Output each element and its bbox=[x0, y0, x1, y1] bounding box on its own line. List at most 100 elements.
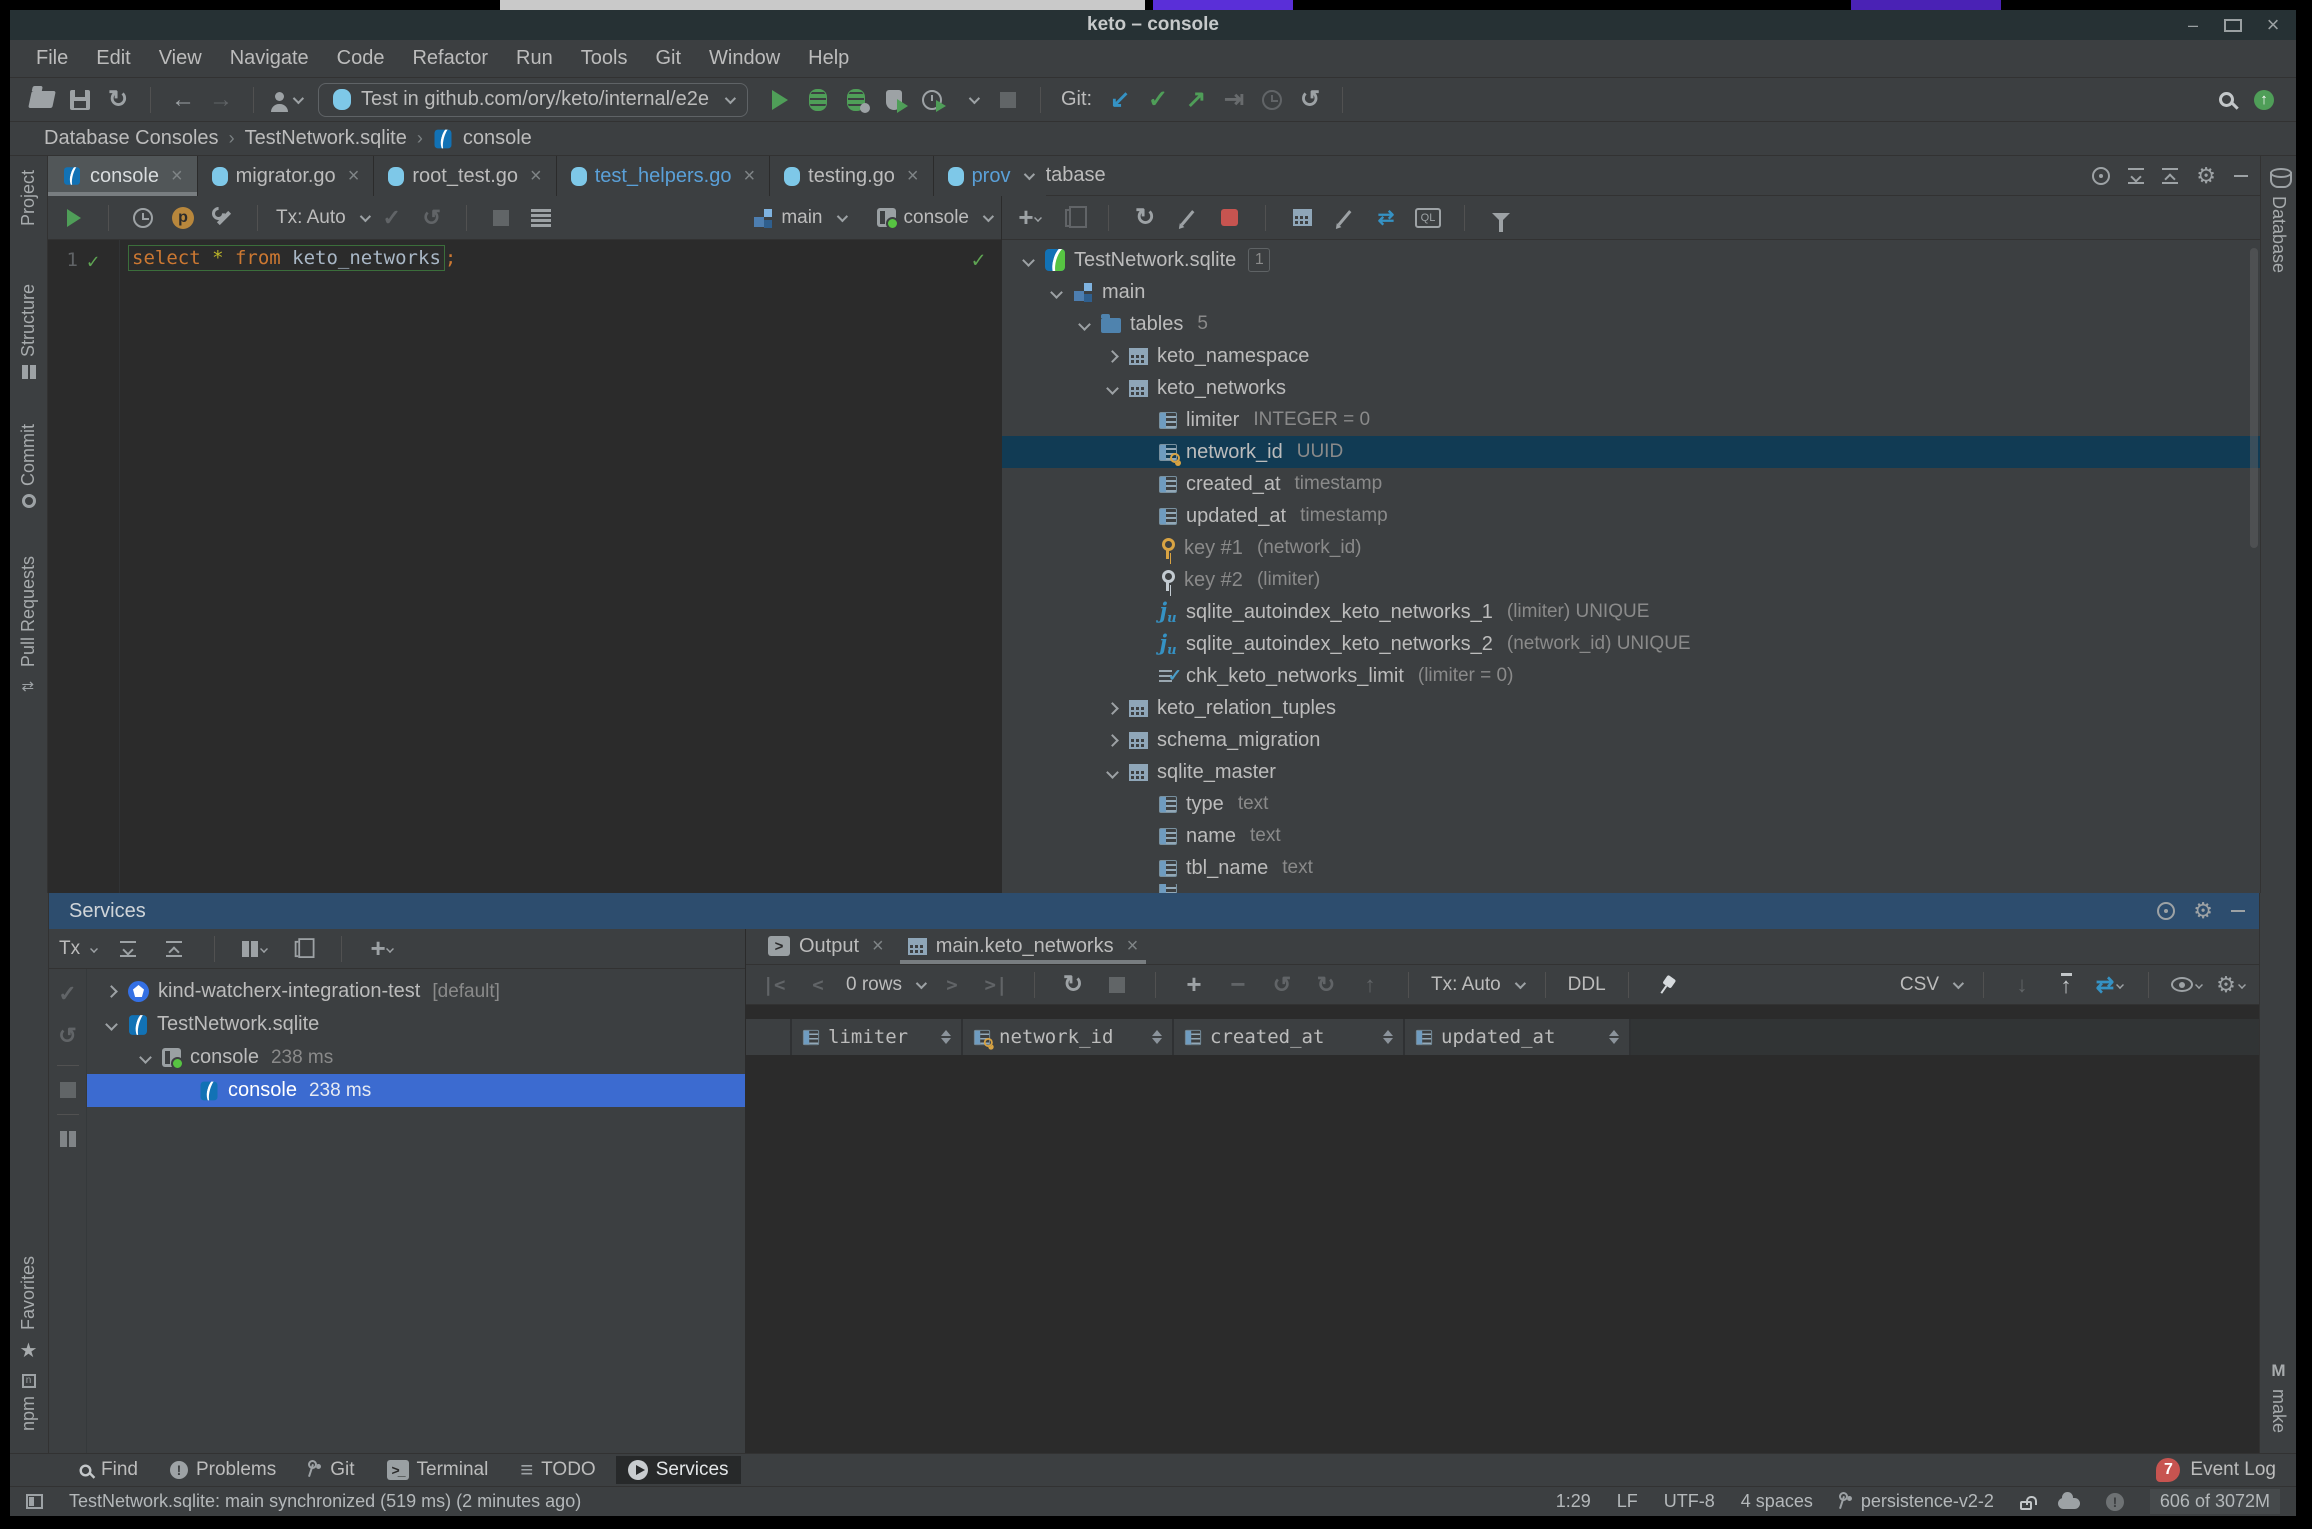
tab-output[interactable]: Output bbox=[756, 928, 896, 964]
chevron-down-icon[interactable] bbox=[1106, 765, 1119, 779]
git-commit-icon[interactable]: ✓ bbox=[1142, 84, 1174, 116]
tree-row-schema[interactable]: main bbox=[1002, 276, 2260, 308]
git-history-icon[interactable] bbox=[1256, 84, 1288, 116]
sync-icon[interactable]: ↻ bbox=[102, 84, 134, 116]
tree-row-tables[interactable]: tables 5 bbox=[1002, 308, 2260, 340]
chevron-right-icon[interactable] bbox=[1106, 349, 1119, 363]
lock-icon[interactable] bbox=[2019, 1495, 2037, 1510]
cloud-sync-icon[interactable] bbox=[2057, 1492, 2080, 1509]
add-datasource-button[interactable] bbox=[1014, 202, 1046, 234]
service-row-console-selected[interactable]: console 238 ms bbox=[87, 1074, 745, 1107]
save-icon[interactable] bbox=[64, 84, 96, 116]
menu-file[interactable]: File bbox=[24, 43, 80, 74]
tree-row-index[interactable]: sqlite_autoindex_keto_networks_1 (limite… bbox=[1002, 596, 2260, 628]
run-with-history-button[interactable] bbox=[916, 84, 948, 116]
close-icon[interactable] bbox=[743, 165, 755, 188]
tree-row-column-selected[interactable]: network_id UUID bbox=[1002, 436, 2260, 468]
execute-button[interactable] bbox=[58, 202, 90, 234]
gear-icon[interactable] bbox=[2196, 163, 2216, 189]
tree-row-index[interactable]: sqlite_autoindex_keto_networks_2 (networ… bbox=[1002, 628, 2260, 660]
sidebar-item-commit[interactable]: Commit bbox=[10, 424, 47, 508]
chevron-down-icon[interactable] bbox=[105, 1018, 118, 1031]
first-page-icon[interactable] bbox=[758, 969, 790, 1001]
group-by-icon[interactable] bbox=[239, 933, 271, 965]
toolbar-item-problems[interactable]: Problems bbox=[158, 1456, 288, 1484]
sidebar-item-favorites[interactable]: Favorites bbox=[10, 1256, 47, 1363]
breadcrumb-datasource[interactable]: TestNetwork.sqlite bbox=[245, 127, 407, 150]
run-button[interactable] bbox=[764, 84, 796, 116]
caret-position[interactable]: 1:29 bbox=[1556, 1491, 1591, 1512]
menu-window[interactable]: Window bbox=[697, 43, 792, 74]
user-profile-icon[interactable] bbox=[270, 84, 305, 116]
menu-view[interactable]: View bbox=[147, 43, 214, 74]
code-line[interactable]: select * from keto_networks; bbox=[120, 240, 456, 893]
import-icon[interactable] bbox=[2006, 969, 2038, 1001]
schema-select[interactable]: main bbox=[753, 207, 848, 229]
service-row-datasource[interactable]: TestNetwork.sqlite bbox=[87, 1008, 745, 1041]
stop-button[interactable] bbox=[992, 84, 1024, 116]
column-header-limiter[interactable]: limiter bbox=[792, 1019, 963, 1055]
close-icon[interactable] bbox=[1127, 935, 1139, 958]
stop-button[interactable] bbox=[1101, 969, 1133, 1001]
hide-panel-icon[interactable] bbox=[2234, 174, 2248, 177]
expand-all-icon[interactable] bbox=[112, 933, 144, 965]
rollback-icon[interactable] bbox=[416, 202, 448, 234]
close-icon[interactable] bbox=[348, 165, 360, 188]
locate-icon[interactable] bbox=[2092, 166, 2111, 185]
encoding-indicator[interactable]: UTF-8 bbox=[1664, 1491, 1715, 1512]
grid-settings-icon[interactable] bbox=[2215, 969, 2247, 1001]
update-indicator-icon[interactable] bbox=[2248, 84, 2280, 116]
maximize-icon[interactable] bbox=[2224, 18, 2242, 32]
tree-row-table[interactable]: schema_migration bbox=[1002, 724, 2260, 756]
sql-editor[interactable]: 1 select * from keto_networks; bbox=[48, 240, 1001, 893]
warning-indicator-icon[interactable] bbox=[2105, 1492, 2124, 1511]
git-update-icon[interactable]: ↙ bbox=[1104, 84, 1136, 116]
tree-row-column[interactable]: updated_at timestamp bbox=[1002, 500, 2260, 532]
back-icon[interactable]: ← bbox=[167, 84, 199, 116]
profiler-button[interactable] bbox=[878, 84, 910, 116]
duplicate-icon[interactable] bbox=[1056, 202, 1088, 234]
menu-code[interactable]: Code bbox=[325, 43, 397, 74]
close-icon[interactable] bbox=[907, 165, 919, 188]
chevron-down-icon[interactable] bbox=[1050, 285, 1063, 299]
scrollbar[interactable] bbox=[2250, 248, 2258, 548]
tree-row-column[interactable]: type text bbox=[1002, 788, 2260, 820]
previous-page-icon[interactable] bbox=[802, 969, 834, 1001]
split-view-icon[interactable] bbox=[59, 1131, 76, 1147]
menu-edit[interactable]: Edit bbox=[84, 43, 142, 74]
hide-panel-icon[interactable] bbox=[2231, 910, 2245, 912]
commit-icon[interactable] bbox=[58, 981, 76, 1007]
sidebar-item-structure[interactable]: Structure bbox=[10, 284, 47, 380]
git-rollback-icon[interactable]: ↺ bbox=[1294, 84, 1326, 116]
expand-all-icon[interactable] bbox=[2128, 167, 2145, 184]
pin-tab-icon[interactable] bbox=[1651, 969, 1683, 1001]
tx-mode-select[interactable]: Tx: Auto bbox=[1431, 974, 1526, 996]
tx-mode-select[interactable]: Tx: Auto bbox=[276, 207, 371, 229]
tree-row-key[interactable]: key #2 (limiter) bbox=[1002, 564, 2260, 596]
tree-row-check-constraint[interactable]: chk_keto_networks_limit (limiter = 0) bbox=[1002, 660, 2260, 692]
toolbar-item-terminal[interactable]: Terminal bbox=[375, 1456, 501, 1484]
close-icon[interactable] bbox=[2264, 12, 2282, 38]
tree-row-column[interactable]: name text bbox=[1002, 820, 2260, 852]
tab-prov[interactable]: prov bbox=[933, 156, 1047, 196]
sidebar-item-npm[interactable]: npm bbox=[10, 1374, 47, 1431]
tree-row-column[interactable]: created_at timestamp bbox=[1002, 468, 2260, 500]
gear-icon[interactable] bbox=[2193, 898, 2213, 924]
service-row-session[interactable]: console 238 ms bbox=[87, 1041, 745, 1074]
submit-icon[interactable] bbox=[1354, 969, 1386, 1001]
jump-to-console-icon[interactable] bbox=[1171, 202, 1203, 234]
session-select[interactable]: console bbox=[876, 207, 995, 230]
open-table-icon[interactable] bbox=[1286, 202, 1318, 234]
sort-icon[interactable] bbox=[1152, 1030, 1162, 1044]
disconnect-icon[interactable] bbox=[1213, 202, 1245, 234]
run-coverage-button[interactable] bbox=[840, 84, 872, 116]
tree-row-datasource[interactable]: TestNetwork.sqlite 1 bbox=[1002, 244, 2260, 276]
chevron-right-icon[interactable] bbox=[1106, 733, 1119, 747]
tab-migrator-go[interactable]: migrator.go bbox=[197, 156, 375, 196]
menu-run[interactable]: Run bbox=[504, 43, 565, 74]
tab-testing-go[interactable]: testing.go bbox=[770, 156, 934, 196]
page-size-select[interactable]: 0 rows bbox=[846, 974, 928, 996]
git-branch-widget[interactable]: persistence-v2-2 bbox=[1838, 1491, 1994, 1512]
open-folder-icon[interactable] bbox=[26, 84, 58, 116]
column-header-updated-at[interactable]: updated_at bbox=[1405, 1019, 1631, 1055]
